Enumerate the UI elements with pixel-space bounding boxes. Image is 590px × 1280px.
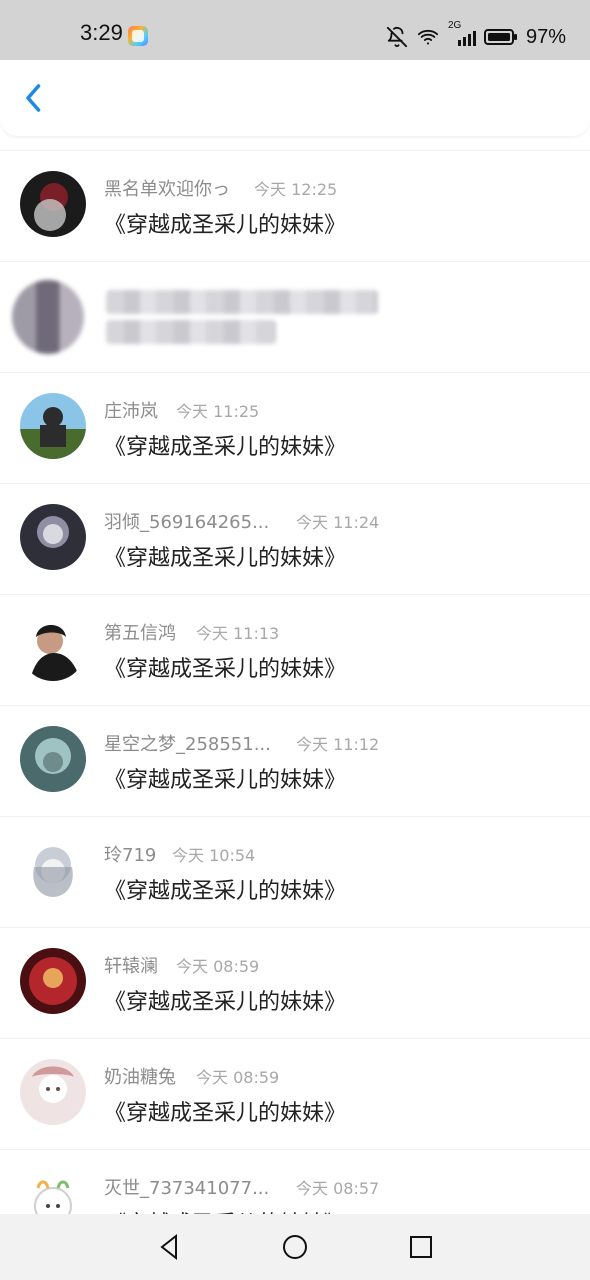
chevron-left-icon [26,84,41,112]
timestamp: 今天 11:13 [196,624,280,643]
timestamp: 今天 11:25 [176,402,260,421]
message-text: 《穿越成圣采儿的妹妹》 [104,435,347,460]
list-item[interactable]: 黑名单欢迎你っ 今天 12:25 《穿越成圣采儿的妹妹》 [0,150,590,261]
avatar [20,1059,86,1125]
message-text: 《穿越成圣采儿的妹妹》 [104,990,347,1015]
timestamp: 今天 12:25 [254,180,338,199]
back-button[interactable] [16,80,52,116]
avatar [20,171,86,237]
username: 第五信鸿 [104,623,176,644]
username: 星空之梦_258551... [104,734,271,755]
status-bar: 3:29 2G 97% [0,0,590,60]
blurred-message-line [106,320,276,344]
message-list: 黑名单欢迎你っ 今天 12:25 《穿越成圣采儿的妹妹》 庄沛岚 今天 11:2… [0,150,590,1260]
timestamp: 今天 08:57 [296,1179,380,1198]
message-text: 《穿越成圣采儿的妹妹》 [104,546,347,571]
system-navigation-bar [0,1214,590,1280]
username: 灭世_737341077... [104,1178,270,1199]
timestamp: 今天 11:24 [296,513,380,532]
list-item[interactable]: 第五信鸿 今天 11:13 《穿越成圣采儿的妹妹》 [0,594,590,705]
signal-2g-icon: 2G [448,20,476,48]
list-item[interactable]: 奶油糖兔 今天 08:59 《穿越成圣采儿的妹妹》 [0,1038,590,1149]
username: 庄沛岚 [104,401,158,422]
avatar [20,837,86,903]
recent-square-icon[interactable] [406,1232,436,1262]
battery-icon [483,27,518,47]
list-item[interactable]: 羽倾_569164265... 今天 11:24 《穿越成圣采儿的妹妹》 [0,483,590,594]
message-text: 《穿越成圣采儿的妹妹》 [104,879,347,904]
username: 羽倾_569164265... [104,512,270,533]
username: 奶油糖兔 [104,1067,176,1088]
wifi-icon [416,26,440,48]
timestamp: 今天 11:12 [296,735,380,754]
list-item[interactable]: 轩辕澜 今天 08:59 《穿越成圣采儿的妹妹》 [0,927,590,1038]
avatar-blurred [12,280,84,354]
avatar [20,393,86,459]
timestamp: 今天 08:59 [176,957,260,976]
list-item[interactable]: 庄沛岚 今天 11:25 《穿越成圣采儿的妹妹》 [0,372,590,483]
timestamp: 今天 10:54 [172,846,256,865]
avatar [20,948,86,1014]
message-text: 《穿越成圣采儿的妹妹》 [104,657,347,682]
avatar [20,504,86,570]
message-text: 《穿越成圣采儿的妹妹》 [104,213,347,238]
status-right-group: 2G 97% [386,20,566,54]
app-badge-icon [128,26,148,46]
avatar [20,615,86,681]
username: 黑名单欢迎你っ [104,179,230,200]
battery-percent: 97% [525,25,566,48]
list-item-blurred[interactable] [0,261,590,372]
top-navigation [0,60,590,136]
status-time: 3:29 [80,20,123,45]
home-circle-icon[interactable] [280,1232,310,1262]
timestamp: 今天 08:59 [196,1068,280,1087]
message-text: 《穿越成圣采儿的妹妹》 [104,768,347,793]
back-triangle-icon[interactable] [154,1232,184,1262]
avatar [20,726,86,792]
blurred-name-line [106,290,378,314]
bell-mute-icon [386,26,408,48]
message-text: 《穿越成圣采儿的妹妹》 [104,1101,347,1126]
list-item[interactable]: 星空之梦_258551... 今天 11:12 《穿越成圣采儿的妹妹》 [0,705,590,816]
list-item[interactable]: 玲719 今天 10:54 《穿越成圣采儿的妹妹》 [0,816,590,927]
username: 玲719 [104,845,157,866]
username: 轩辕澜 [104,956,158,977]
